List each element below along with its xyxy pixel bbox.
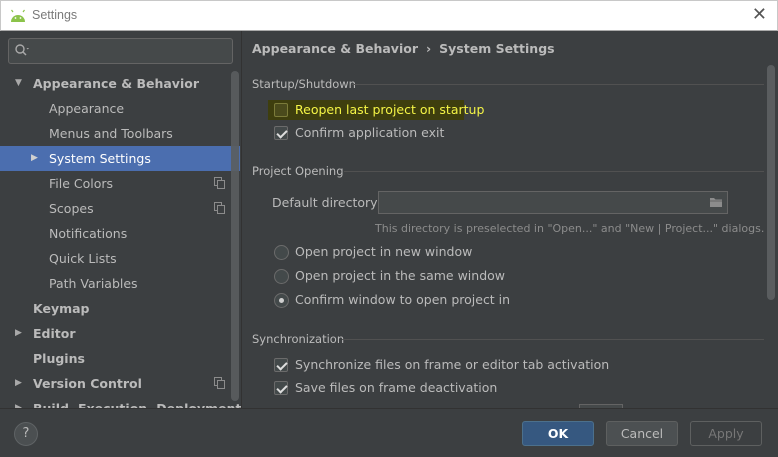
- apply-button[interactable]: Apply: [690, 421, 762, 446]
- checkbox-box[interactable]: [274, 103, 288, 117]
- default-directory-field[interactable]: [378, 191, 728, 214]
- window-title: Settings: [32, 8, 78, 22]
- chevron-down-icon[interactable]: ▼: [15, 71, 25, 96]
- radio-button[interactable]: [274, 245, 289, 260]
- sidebar-item-system-settings[interactable]: ▶ System Settings: [0, 146, 240, 171]
- sidebar-item-version-control[interactable]: ▶ Version Control: [0, 371, 241, 396]
- radio-button[interactable]: [274, 293, 289, 308]
- breadcrumb-current: System Settings: [439, 41, 555, 56]
- checkbox-box[interactable]: [274, 358, 288, 372]
- section-divider: [342, 339, 764, 340]
- section-divider: [344, 171, 764, 172]
- checkbox-box[interactable]: [274, 381, 288, 395]
- sidebar-item-label: Keymap: [33, 301, 90, 316]
- chevron-right-icon[interactable]: ▶: [15, 371, 25, 396]
- settings-content: Appearance & Behavior › System Settings St…: [242, 31, 778, 408]
- sidebar-item-label: Menus and Toolbars: [49, 126, 173, 141]
- search-input[interactable]: [8, 38, 233, 64]
- sidebar-item-file-colors[interactable]: File Colors: [0, 171, 241, 196]
- content-scrollbar[interactable]: [767, 65, 775, 300]
- sidebar-item-label: Appearance & Behavior: [33, 76, 199, 91]
- section-divider: [352, 84, 764, 85]
- cancel-button[interactable]: Cancel: [606, 421, 678, 446]
- sidebar-item-quick-lists[interactable]: Quick Lists: [0, 246, 241, 271]
- sidebar-item-build-execution-deployment[interactable]: ▶ Build, Execution, Deployment: [0, 396, 241, 408]
- sidebar-item-label: Appearance: [49, 101, 125, 116]
- sidebar-item-plugins[interactable]: Plugins: [0, 346, 241, 371]
- breadcrumb-separator: ›: [426, 41, 432, 56]
- ok-button[interactable]: OK: [522, 421, 594, 446]
- project-scope-icon: [214, 377, 225, 389]
- close-icon[interactable]: ✕: [752, 6, 767, 24]
- project-scope-icon: [214, 177, 225, 189]
- sidebar-item-label: Quick Lists: [49, 251, 117, 266]
- sidebar-item-menus-toolbars[interactable]: Menus and Toolbars: [0, 121, 241, 146]
- checkbox-label: Reopen last project on startup: [295, 102, 485, 117]
- chevron-right-icon[interactable]: ▶: [15, 321, 25, 346]
- default-directory-hint: This directory is preselected in "Open..…: [375, 222, 765, 235]
- sidebar-scrollbar[interactable]: [231, 71, 239, 401]
- sidebar-item-label: Version Control: [33, 376, 142, 391]
- sidebar-item-appearance-behavior[interactable]: ▼ Appearance & Behavior: [0, 71, 241, 96]
- sidebar-item-notifications[interactable]: Notifications: [0, 221, 241, 246]
- chevron-right-icon[interactable]: ▶: [31, 146, 41, 171]
- sidebar-item-label: Plugins: [33, 351, 85, 366]
- sidebar-item-editor[interactable]: ▶ Editor: [0, 321, 241, 346]
- sidebar-item-label: Editor: [33, 326, 76, 341]
- sidebar-item-label: System Settings: [49, 151, 151, 166]
- section-title-startup: Startup/Shutdown: [252, 77, 356, 91]
- breadcrumb-parent[interactable]: Appearance & Behavior: [252, 41, 418, 56]
- sidebar-item-label: Scopes: [49, 201, 94, 216]
- breadcrumb: Appearance & Behavior › System Settings: [252, 41, 555, 56]
- checkbox-label: Synchronize files on frame or editor tab…: [295, 357, 610, 372]
- sidebar-item-label: File Colors: [49, 176, 114, 191]
- sidebar-item-label: Build, Execution, Deployment: [33, 396, 241, 408]
- sidebar-item-label: Notifications: [49, 226, 128, 241]
- default-directory-label: Default directory:: [272, 195, 381, 210]
- title-bar: Settings ✕: [0, 0, 778, 31]
- android-icon: [11, 9, 25, 22]
- sidebar-item-path-variables[interactable]: Path Variables: [0, 271, 241, 296]
- settings-sidebar: ▼ Appearance & Behavior Appearance Menus…: [0, 31, 242, 408]
- sidebar-item-scopes[interactable]: Scopes: [0, 196, 241, 221]
- section-title-project-opening: Project Opening: [252, 164, 344, 178]
- sidebar-item-appearance[interactable]: Appearance: [0, 96, 241, 121]
- dialog-footer: ? OK Cancel Apply: [0, 408, 778, 457]
- section-title-synchronization: Synchronization: [252, 332, 345, 346]
- radio-label: Open project in the same window: [295, 268, 506, 283]
- help-button[interactable]: ?: [14, 422, 38, 446]
- radio-label: Confirm window to open project in: [295, 292, 511, 307]
- folder-icon[interactable]: [709, 196, 723, 208]
- checkbox-box[interactable]: [274, 126, 288, 140]
- sidebar-item-label: Path Variables: [49, 276, 138, 291]
- chevron-right-icon[interactable]: ▶: [15, 396, 25, 408]
- radio-button[interactable]: [274, 269, 289, 284]
- sidebar-item-keymap[interactable]: Keymap: [0, 296, 241, 321]
- checkbox-label: Confirm application exit: [295, 125, 445, 140]
- radio-label: Open project in new window: [295, 244, 473, 259]
- project-scope-icon: [214, 202, 225, 214]
- checkbox-label: Save files on frame deactivation: [295, 380, 498, 395]
- search-icon: [15, 44, 29, 56]
